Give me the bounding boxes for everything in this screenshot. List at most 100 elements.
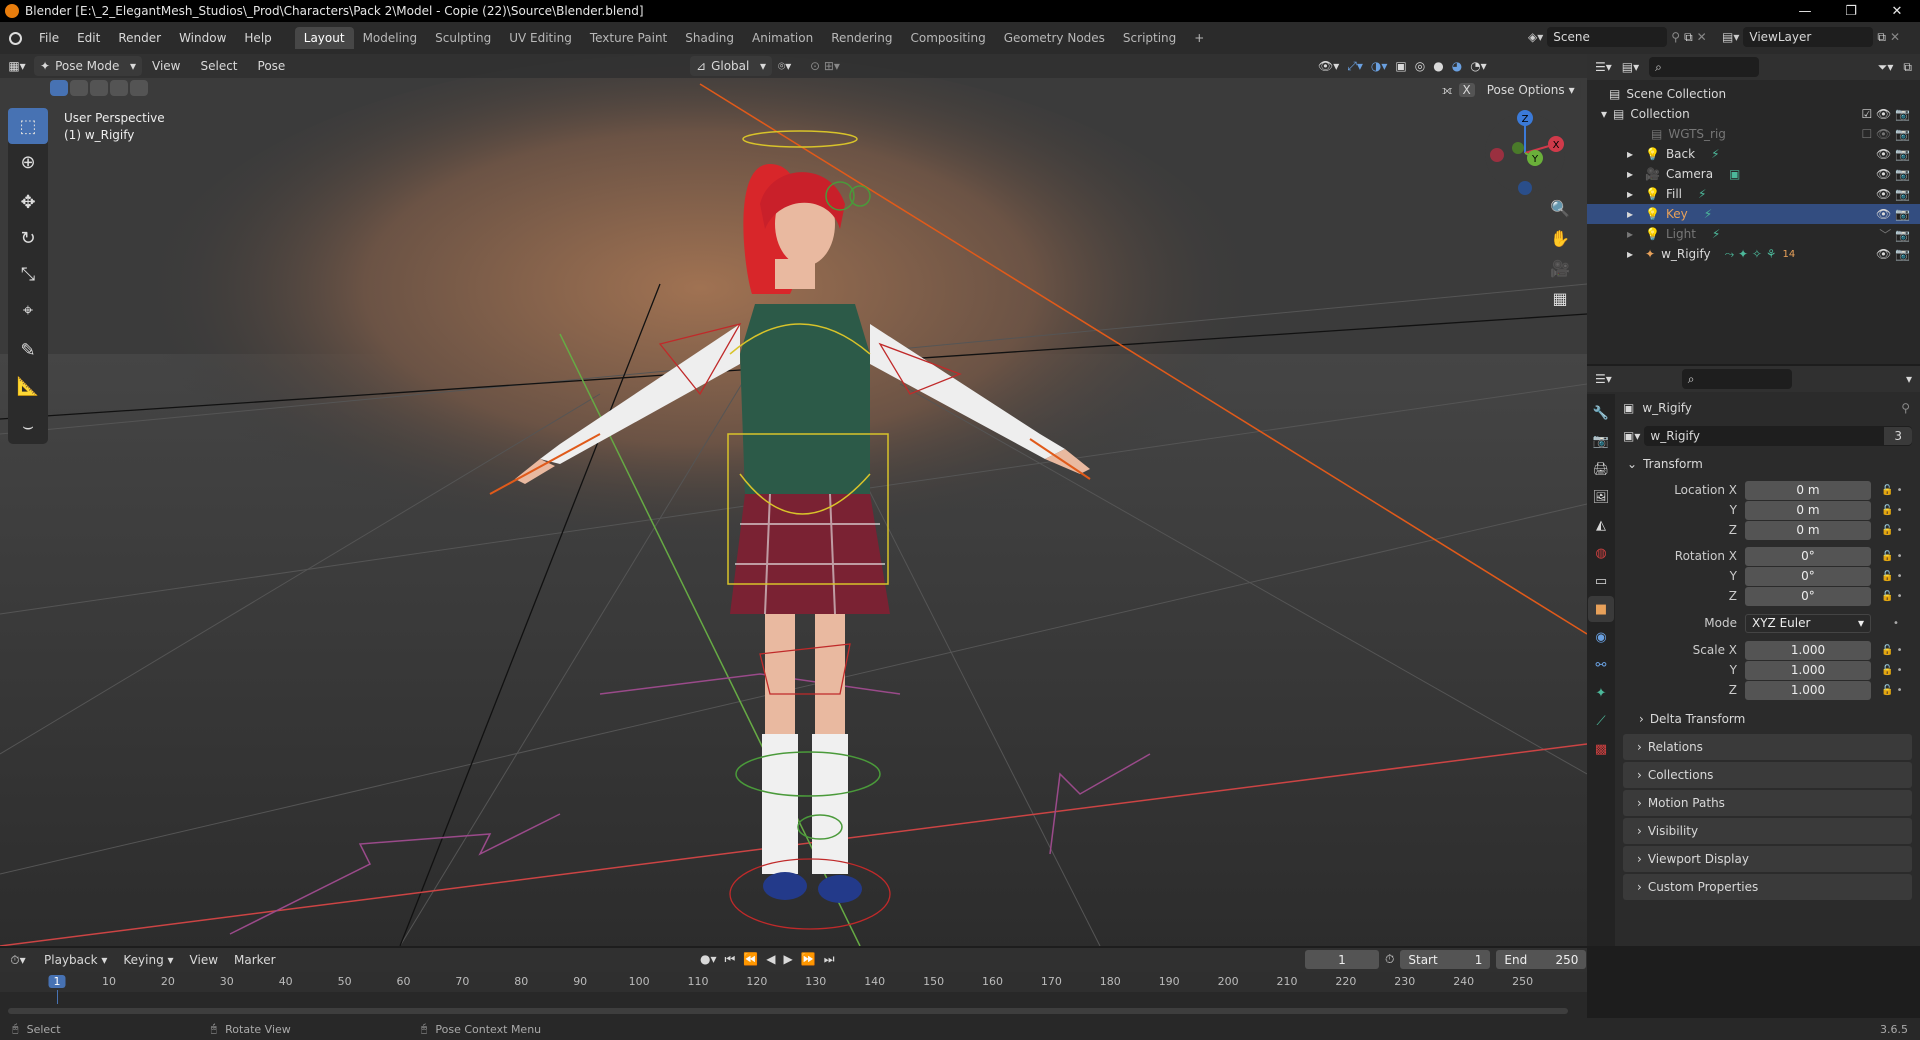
playhead[interactable] <box>57 990 58 1004</box>
menu-file[interactable]: File <box>30 31 68 45</box>
custom-properties-panel[interactable]: › Custom Properties <box>1623 874 1912 900</box>
bone-tab-icon[interactable]: ⟋ <box>1588 708 1614 734</box>
viewport-display-panel[interactable]: › Viewport Display <box>1623 846 1912 872</box>
new-view-layer-icon[interactable]: ⧉ <box>1877 30 1886 45</box>
datablock-icon[interactable]: ▣▾ <box>1623 429 1640 443</box>
outliner-item-back[interactable]: ▸ 💡 Back ⚡ 👁 📷 <box>1587 144 1920 164</box>
chevron-down-icon[interactable]: ▾ <box>1906 372 1912 386</box>
editor-type-icon[interactable]: ▦▾ <box>0 59 34 73</box>
annotate-icon[interactable]: ✎ <box>8 332 48 368</box>
menu-playback[interactable]: Playback ▾ <box>36 953 115 967</box>
user-count[interactable]: 3 <box>1884 427 1912 445</box>
row-toggles-icon[interactable]: ☐ 👁 📷 <box>1861 127 1910 141</box>
zoom-icon[interactable]: 🔍 <box>1546 194 1574 222</box>
timeline-editor-icon[interactable]: ⏱▾ <box>0 953 36 968</box>
solid-shading-icon[interactable]: ● <box>1433 59 1443 74</box>
scale-y-field[interactable]: 1.000 <box>1745 660 1871 680</box>
move-icon[interactable]: ✥ <box>8 184 48 220</box>
view-layer-tab-icon[interactable]: 🖼 <box>1588 484 1614 510</box>
menu-edit[interactable]: Edit <box>68 31 109 45</box>
pan-hand-icon[interactable]: ✋ <box>1546 224 1574 252</box>
lock-icon[interactable]: 🔓 • <box>1881 525 1903 536</box>
scale-x-field[interactable]: 1.000 <box>1745 640 1871 660</box>
play-icon[interactable]: ▶ <box>784 952 793 967</box>
delete-scene-icon[interactable]: ✕ <box>1697 30 1707 44</box>
outliner-item-light[interactable]: ▸ 💡 Light ⚡ ﹀ 📷 <box>1587 224 1920 244</box>
minimize-icon[interactable]: — <box>1782 0 1828 22</box>
motion-paths-panel[interactable]: › Motion Paths <box>1623 790 1912 816</box>
lock-icon[interactable]: 🔓 • <box>1881 571 1903 582</box>
wireframe-shading-icon[interactable]: ◎ <box>1415 59 1425 74</box>
rotation-x-field[interactable]: 0° <box>1745 546 1871 566</box>
tab-texture-paint[interactable]: Texture Paint <box>581 27 676 49</box>
tool-tab-icon[interactable]: 🔧 <box>1588 400 1614 426</box>
select-new-icon[interactable] <box>50 80 68 96</box>
delta-transform-panel[interactable]: › Delta Transform <box>1615 706 1920 732</box>
next-keyframe-icon[interactable]: ⏩ <box>801 952 816 967</box>
row-toggles-icon[interactable]: 👁 📷 <box>1876 247 1910 261</box>
stopwatch-icon[interactable]: ⏱ <box>1385 952 1394 967</box>
outliner[interactable]: ☰▾ ▤▾ ⌕ ⏷▾ ⧉ ▤ Scene Collection ▾ ▤ Collect… <box>1587 54 1920 364</box>
grid-view-icon[interactable]: ▦ <box>1546 284 1574 312</box>
select-intersect-icon[interactable] <box>130 80 148 96</box>
overlay-icon[interactable]: ◑▾ <box>1371 59 1388 74</box>
scene-icon[interactable]: ◈▾ <box>1528 30 1543 44</box>
lock-icon[interactable]: 🔓 • <box>1881 665 1903 676</box>
properties-search-input[interactable]: ⌕ <box>1681 369 1792 389</box>
orientation-selector[interactable]: ⊿ Global ▾ <box>690 56 772 76</box>
pin-icon[interactable]: ⚲ <box>1901 401 1910 415</box>
tab-modeling[interactable]: Modeling <box>354 27 427 49</box>
record-icon[interactable]: ●▾ <box>700 952 717 967</box>
row-toggles-icon[interactable]: 👁 📷 <box>1876 207 1910 221</box>
row-toggles-icon[interactable]: 👁 📷 <box>1876 167 1910 181</box>
frame-ruler[interactable]: 1 10 20 30 40 50 60 70 80 90 100 110 120 130 140 150 160… <box>0 972 1587 1004</box>
scene-tab-icon[interactable]: ◭ <box>1588 512 1614 538</box>
constraints-tab-icon[interactable]: ⚯ <box>1588 652 1614 678</box>
visibility-icon[interactable]: 👁▾ <box>1318 59 1339 74</box>
menu-pose[interactable]: Pose <box>248 59 296 73</box>
object-tab-icon[interactable]: ■ <box>1588 596 1614 622</box>
row-toggles-icon[interactable]: 👁 📷 <box>1876 147 1910 161</box>
snap-icon[interactable]: ⊙ ⊞▾ <box>810 59 840 73</box>
3d-viewport[interactable]: ▦▾ ✦ Pose Mode ▾ View Select Pose ⊿ Global ▾… <box>0 54 1587 946</box>
world-tab-icon[interactable]: ◍ <box>1588 540 1614 566</box>
checkbox-eye-camera-icon[interactable]: ☑ 👁 📷 <box>1861 107 1910 121</box>
location-y-field[interactable]: 0 m <box>1745 500 1871 520</box>
outliner-item-camera[interactable]: ▸ 🎥 Camera ▣ 👁 📷 <box>1587 164 1920 184</box>
expand-right-icon[interactable]: ▸ <box>1627 147 1645 161</box>
pose-options-dropdown[interactable]: Pose Options ▾ <box>1480 80 1581 100</box>
location-z-field[interactable]: 0 m <box>1745 520 1871 540</box>
physics-tab-icon[interactable]: ◉ <box>1588 624 1614 650</box>
expand-right-icon[interactable]: ▸ <box>1627 207 1645 221</box>
outliner-search-input[interactable]: ⌕ <box>1649 57 1760 77</box>
select-invert-icon[interactable] <box>110 80 128 96</box>
collection-tab-icon[interactable]: ▭ <box>1588 568 1614 594</box>
rotation-y-field[interactable]: 0° <box>1745 566 1871 586</box>
tab-scripting[interactable]: Scripting <box>1114 27 1185 49</box>
add-workspace-icon[interactable]: + <box>1185 27 1213 49</box>
expand-right-icon[interactable]: ▸ <box>1627 187 1645 201</box>
tab-animation[interactable]: Animation <box>743 27 822 49</box>
transform-icon[interactable]: ⌖ <box>8 292 48 328</box>
x-mirror-toggle[interactable]: X <box>1458 83 1475 97</box>
properties-editor[interactable]: ☰▾ ⌕ ▾ 🔧 📷 🖨 🖼 ◭ ◍ ▭ ■ ◉ ⚯ ✦ ⟋ ▩ ▣ w_Rig… <box>1587 364 1920 946</box>
datablock-field[interactable]: w_Rigify 3 <box>1644 426 1912 446</box>
scene-selector[interactable]: Scene <box>1547 27 1668 47</box>
outliner-editor-icon[interactable]: ☰▾ <box>1595 60 1612 74</box>
display-mode-icon[interactable]: ▤▾ <box>1622 60 1639 74</box>
lock-icon[interactable]: 🔓 • <box>1881 485 1903 496</box>
close-icon[interactable]: ✕ <box>1874 0 1920 22</box>
play-reverse-icon[interactable]: ◀ <box>766 952 775 967</box>
mirror-icon[interactable]: ⟗ <box>1442 83 1453 98</box>
menu-keying[interactable]: Keying ▾ <box>115 953 181 967</box>
menu-render[interactable]: Render <box>109 31 170 45</box>
visibility-panel[interactable]: › Visibility <box>1623 818 1912 844</box>
navigation-gizmo[interactable]: Z X Y <box>1480 108 1570 198</box>
menu-view[interactable]: View <box>142 59 190 73</box>
current-frame-field[interactable]: 1 <box>1305 950 1379 969</box>
measure-icon[interactable]: 📐 <box>8 368 48 404</box>
outliner-item-rig[interactable]: ▸ ✦ w_Rigify ⤳ ✦ ✧ ⚘ 14 👁 📷 <box>1587 244 1920 264</box>
tab-sculpting[interactable]: Sculpting <box>426 27 500 49</box>
rotation-z-field[interactable]: 0° <box>1745 586 1871 606</box>
menu-marker[interactable]: Marker <box>226 953 283 967</box>
